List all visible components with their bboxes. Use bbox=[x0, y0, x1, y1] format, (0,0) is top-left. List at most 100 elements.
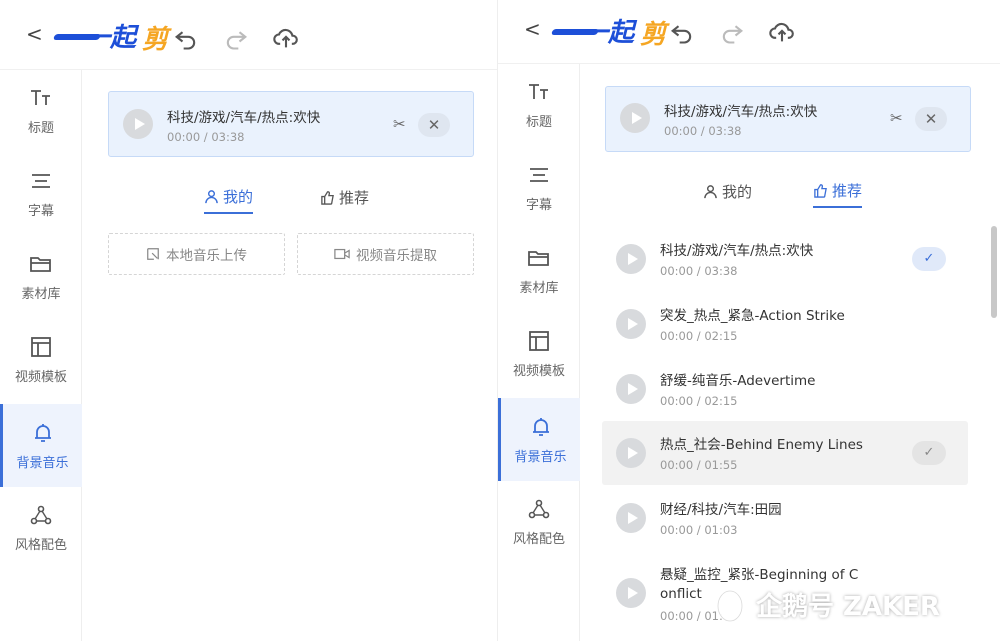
sidebar: 标题 字幕 素材库 视频模板 背景音乐 风格配色 bbox=[498, 64, 580, 641]
redo-icon[interactable] bbox=[718, 18, 746, 46]
track-title: 舒缓-纯音乐-Adevertime bbox=[660, 373, 816, 389]
thumbs-up-icon bbox=[814, 183, 827, 198]
tab-recommend[interactable]: 推荐 bbox=[813, 174, 863, 208]
video-icon bbox=[334, 248, 350, 260]
scissor-icon[interactable]: ✂ bbox=[890, 109, 903, 127]
bell-icon bbox=[532, 418, 549, 436]
cloud-upload-icon[interactable] bbox=[768, 18, 796, 46]
track-time: 00:00 / 03:38 bbox=[664, 124, 742, 138]
undo-icon[interactable] bbox=[172, 24, 200, 52]
top-bar: < 一起 剪 bbox=[498, 0, 1000, 64]
track-time: 00:00 / 02:15 bbox=[660, 394, 738, 408]
thumbs-up-icon bbox=[321, 190, 334, 205]
app-logo: 一起 剪 bbox=[52, 20, 168, 55]
play-icon[interactable] bbox=[616, 438, 646, 468]
list-item[interactable]: 科技/游戏/汽车/热点:欢快 00:00 / 03:38 ✓ bbox=[602, 227, 968, 291]
sidebar-item-subtitle[interactable]: 字幕 bbox=[0, 153, 82, 233]
app-logo: 一起 剪 bbox=[550, 15, 666, 50]
style-icon bbox=[528, 499, 550, 518]
sidebar: 标题 字幕 素材库 视频模板 背景音乐 风格配色 bbox=[0, 70, 82, 641]
sidebar-item-template[interactable]: 视频模板 bbox=[0, 319, 82, 399]
tab-label: 我的 bbox=[722, 182, 753, 201]
watermark-text: 企鹅号 ZAKER bbox=[756, 591, 940, 622]
sidebar-item-title[interactable]: 标题 bbox=[498, 64, 580, 144]
logo-text-accent: 剪 bbox=[142, 25, 169, 55]
tab-label: 我的 bbox=[223, 187, 254, 206]
sidebar-item-library[interactable]: 素材库 bbox=[0, 236, 82, 316]
track-time: 00:00 / 02:15 bbox=[660, 329, 738, 343]
music-tabs: 我的 推荐 bbox=[200, 180, 400, 220]
scissor-icon[interactable]: ✂ bbox=[393, 115, 406, 133]
play-icon[interactable] bbox=[616, 578, 646, 608]
redo-icon[interactable] bbox=[222, 24, 250, 52]
close-icon[interactable]: ✕ bbox=[418, 113, 450, 137]
play-icon[interactable] bbox=[123, 109, 153, 139]
play-icon[interactable] bbox=[616, 503, 646, 533]
play-icon[interactable] bbox=[620, 103, 650, 133]
sidebar-item-label: 视频模板 bbox=[512, 363, 565, 379]
list-item[interactable]: 财经/科技/汽车:田园 00:00 / 01:03 bbox=[602, 486, 968, 550]
sidebar-item-label: 背景音乐 bbox=[16, 456, 69, 471]
logo-text: 一起 bbox=[582, 18, 635, 48]
sidebar-item-music[interactable]: 背景音乐 bbox=[498, 398, 580, 481]
extract-audio-button[interactable]: 视频音乐提取 bbox=[297, 233, 474, 275]
back-icon[interactable]: < bbox=[26, 22, 43, 46]
upload-icon bbox=[147, 248, 159, 260]
track-title: 财经/科技/汽车:田园 bbox=[660, 502, 782, 518]
play-icon[interactable] bbox=[616, 244, 646, 274]
sidebar-item-label: 标题 bbox=[27, 120, 54, 136]
back-icon[interactable]: < bbox=[524, 17, 541, 41]
undo-icon[interactable] bbox=[668, 18, 696, 46]
right-panel: < 一起 剪 标题 字幕 素材库 视频模板 背景音乐 风格配色 科技/游戏/汽车… bbox=[497, 0, 1000, 641]
sidebar-item-label: 风格配色 bbox=[14, 537, 67, 553]
current-track-card: 科技/游戏/汽车/热点:欢快 00:00 / 03:38 ✂ ✕ bbox=[108, 91, 474, 157]
sidebar-item-label: 素材库 bbox=[21, 286, 61, 302]
sidebar-item-template[interactable]: 视频模板 bbox=[498, 313, 580, 393]
sidebar-item-title[interactable]: 标题 bbox=[0, 70, 82, 150]
sidebar-item-label: 视频模板 bbox=[14, 369, 67, 385]
tab-mine[interactable]: 我的 bbox=[204, 180, 254, 214]
left-panel: < 一起 剪 标题 字幕 素材库 视频模板 背景音乐 风格配色 科技/游戏/汽车… bbox=[0, 0, 500, 641]
bell-icon bbox=[34, 424, 51, 442]
list-item[interactable]: 突发_热点_紧急-Action Strike 00:00 / 02:15 bbox=[602, 292, 968, 356]
track-title: 科技/游戏/汽车/热点:欢快 bbox=[167, 110, 321, 126]
sidebar-item-style[interactable]: 风格配色 bbox=[0, 487, 82, 567]
watermark: 企鹅号 ZAKER bbox=[712, 582, 940, 626]
track-time: 00:00 / 01:55 bbox=[660, 458, 738, 472]
list-item[interactable]: 舒缓-纯音乐-Adevertime 00:00 / 02:15 bbox=[602, 357, 968, 421]
subtitle-icon bbox=[32, 173, 50, 188]
tab-mine[interactable]: 我的 bbox=[703, 174, 752, 208]
sidebar-item-label: 风格配色 bbox=[512, 531, 565, 547]
close-icon[interactable]: ✕ bbox=[915, 107, 947, 131]
user-icon bbox=[205, 189, 218, 203]
check-icon[interactable]: ✓ bbox=[912, 441, 946, 465]
user-icon bbox=[704, 184, 717, 198]
tab-label: 推荐 bbox=[832, 181, 863, 200]
sidebar-item-label: 字幕 bbox=[525, 197, 552, 213]
track-time: 00:00 / 03:38 bbox=[660, 264, 738, 278]
tab-recommend[interactable]: 推荐 bbox=[320, 180, 369, 214]
track-title: 悬疑_监控_紧张-Beginning of C bbox=[660, 567, 859, 583]
upload-label: 本地音乐上传 bbox=[166, 248, 247, 264]
cloud-upload-icon[interactable] bbox=[272, 24, 300, 52]
sidebar-item-style[interactable]: 风格配色 bbox=[498, 481, 580, 561]
music-tabs: 我的 推荐 bbox=[703, 174, 903, 214]
top-bar: < 一起 剪 bbox=[0, 0, 500, 70]
check-icon[interactable]: ✓ bbox=[912, 247, 946, 271]
track-title: 热点_社会-Behind Enemy Lines bbox=[660, 437, 863, 453]
play-icon[interactable] bbox=[616, 374, 646, 404]
sidebar-item-music[interactable]: 背景音乐 bbox=[0, 404, 82, 487]
text-icon bbox=[529, 83, 548, 99]
logo-text-accent: 剪 bbox=[640, 20, 667, 50]
sidebar-item-label: 标题 bbox=[525, 114, 552, 130]
list-item[interactable]: 热点_社会-Behind Enemy Lines 00:00 / 01:55 ✓ bbox=[602, 421, 968, 485]
track-time: 00:00 / 01:03 bbox=[660, 523, 738, 537]
local-upload-button[interactable]: 本地音乐上传 bbox=[108, 233, 285, 275]
sidebar-item-subtitle[interactable]: 字幕 bbox=[498, 147, 580, 227]
sidebar-item-library[interactable]: 素材库 bbox=[498, 230, 580, 310]
scrollbar[interactable] bbox=[991, 226, 997, 318]
style-icon bbox=[30, 505, 52, 524]
play-icon[interactable] bbox=[616, 309, 646, 339]
folder-icon bbox=[30, 256, 51, 272]
logo-text: 一起 bbox=[84, 23, 137, 53]
